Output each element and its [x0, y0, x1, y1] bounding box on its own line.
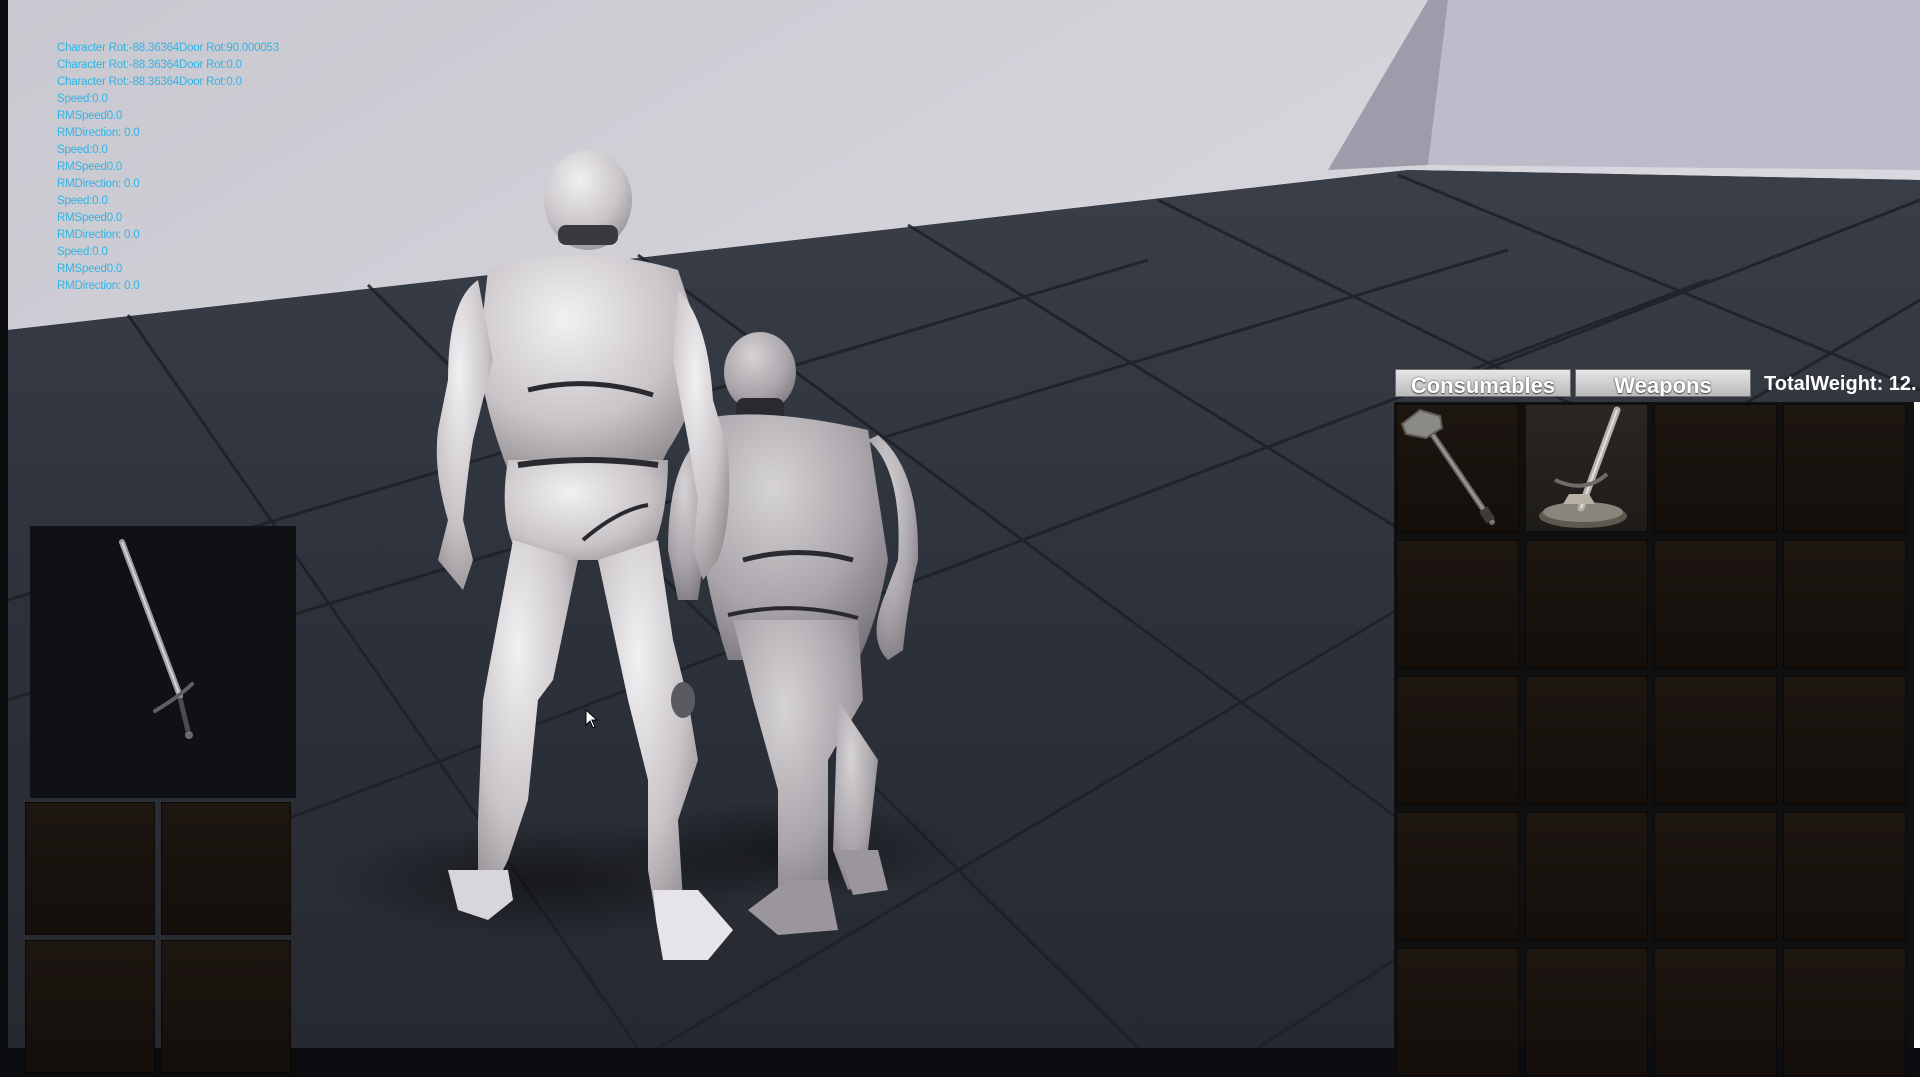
total-weight-label: TotalWeight: 12. — [1764, 373, 1917, 395]
inventory-slot[interactable] — [1396, 676, 1519, 804]
greatsword-icon — [1525, 404, 1648, 532]
inventory-slot[interactable] — [1396, 540, 1519, 668]
inventory-slot[interactable] — [1654, 948, 1777, 1076]
debug-log-line: Character Rot:-88.36364Door Rot:0.0 — [57, 76, 242, 88]
debug-log-line: RMSpeed0.0 — [57, 263, 123, 275]
inventory-slot[interactable] — [1396, 812, 1519, 940]
debug-log-line: Speed:0.0 — [57, 195, 108, 207]
debug-log-line: RMDirection: 0.0 — [57, 127, 140, 139]
equipped-weapon-preview[interactable] — [30, 526, 296, 798]
inventory-slot[interactable] — [1654, 812, 1777, 940]
inventory-slot[interactable] — [1783, 676, 1906, 804]
inventory-slot[interactable] — [1654, 540, 1777, 668]
inventory-scrollbar[interactable] — [1914, 402, 1920, 1048]
mouse-cursor-icon — [585, 709, 599, 729]
inventory-slot[interactable] — [1525, 812, 1648, 940]
equipped-slot[interactable] — [25, 940, 155, 1073]
inventory-slot[interactable] — [1396, 948, 1519, 1076]
equipped-slot[interactable] — [161, 940, 291, 1073]
inventory-slot[interactable] — [1396, 404, 1519, 532]
equipped-slot[interactable] — [161, 802, 291, 935]
debug-log: Character Rot:-88.36364Door Rot:90.00005… — [57, 40, 279, 295]
inventory-slot[interactable] — [1654, 404, 1777, 532]
inventory-slot[interactable] — [1783, 812, 1906, 940]
inventory-slot[interactable] — [1654, 676, 1777, 804]
inventory-slot[interactable] — [1525, 948, 1648, 1076]
debug-log-line: RMDirection: 0.0 — [57, 280, 140, 292]
debug-log-line: Speed:0.0 — [57, 93, 108, 105]
longsword-icon — [119, 539, 194, 739]
inventory-slot[interactable] — [1525, 404, 1648, 532]
tab-weapons[interactable]: Weapons — [1575, 369, 1751, 397]
equipped-slots — [25, 802, 291, 1073]
inventory-slot[interactable] — [1783, 540, 1906, 668]
debug-log-line: Speed:0.0 — [57, 144, 108, 156]
inventory-grid — [1394, 402, 1920, 1076]
debug-log-line: Speed:0.0 — [57, 246, 108, 258]
inventory-slot[interactable] — [1525, 540, 1648, 668]
debug-log-line: RMSpeed0.0 — [57, 212, 123, 224]
inventory-tabs: Consumables Weapons TotalWeight: 12. — [1394, 369, 1920, 399]
inventory-slot[interactable] — [1783, 948, 1906, 1076]
debug-log-line: RMDirection: 0.0 — [57, 178, 140, 190]
equipped-slot[interactable] — [25, 802, 155, 935]
debug-log-line: RMDirection: 0.0 — [57, 229, 140, 241]
inventory-slot[interactable] — [1783, 404, 1906, 532]
debug-log-line: RMSpeed0.0 — [57, 161, 123, 173]
debug-log-line: Character Rot:-88.36364Door Rot:90.00005… — [57, 42, 279, 54]
debug-log-line: Character Rot:-88.36364Door Rot:0.0 — [57, 59, 242, 71]
inventory-panel: Consumables Weapons TotalWeight: 12. — [1394, 368, 1920, 1076]
inventory-slot[interactable] — [1525, 676, 1648, 804]
debug-log-line: RMSpeed0.0 — [57, 110, 123, 122]
tab-consumables[interactable]: Consumables — [1395, 369, 1571, 397]
warhammer-icon — [1396, 404, 1519, 532]
